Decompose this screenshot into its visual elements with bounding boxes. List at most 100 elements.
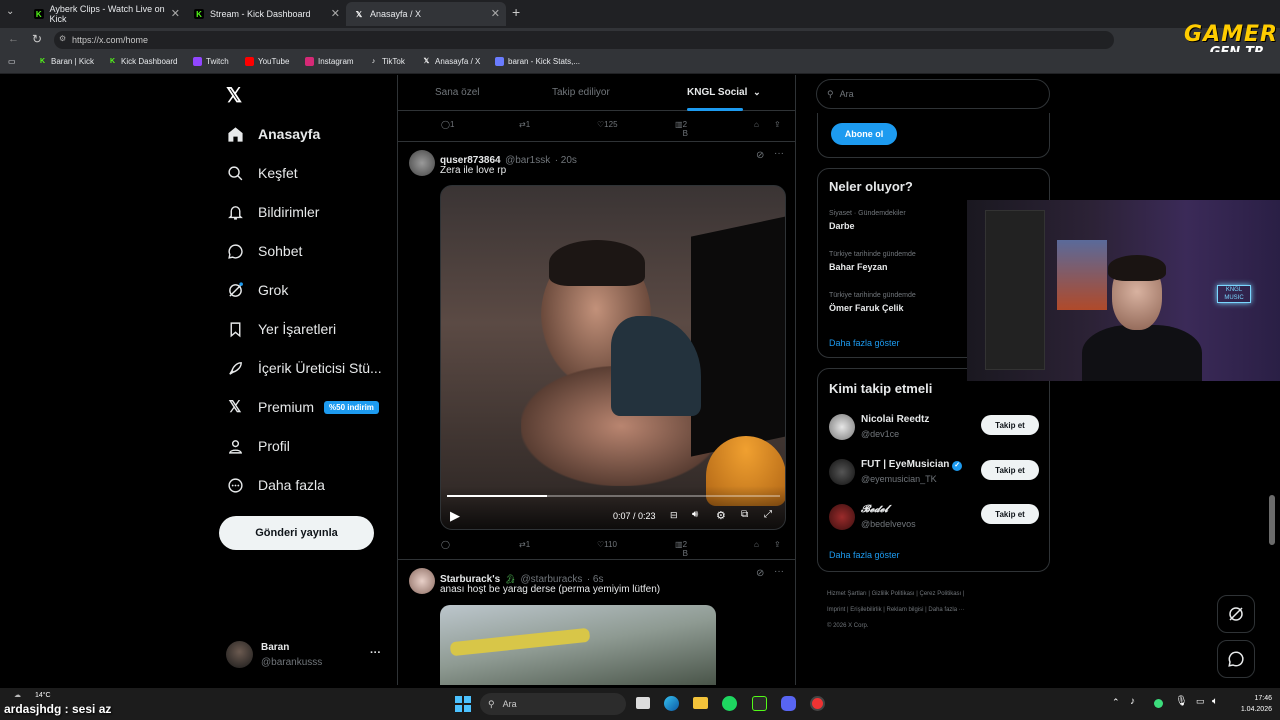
spotify-icon[interactable] — [722, 696, 737, 711]
sidebar-item-grok[interactable]: Grok — [226, 281, 288, 299]
scrollbar-thumb[interactable] — [1269, 495, 1275, 545]
reply-button[interactable]: ◯ 1 — [441, 120, 454, 129]
tab-ayberk-clips[interactable]: K Ayberk Clips - Watch Live on Kick ✕ — [26, 2, 186, 26]
account-switcher[interactable]: Baran @barankusss ··· — [226, 639, 386, 669]
trend-item[interactable]: Siyaset · Gündemdekiler Darbe — [829, 210, 906, 231]
share-icon[interactable]: ⇪ — [774, 540, 781, 549]
sidebar-item-sohbet[interactable]: Sohbet — [226, 242, 302, 260]
more-icon[interactable]: ··· — [774, 148, 784, 159]
footer-link[interactable]: Imprint — [827, 607, 845, 613]
footer-link[interactable]: Hizmet Şartları — [827, 591, 867, 597]
trend-item[interactable]: Türkiye tarihinde gündemde Ömer Faruk Çe… — [829, 292, 916, 313]
views-button[interactable]: ▥ 2 B — [675, 120, 688, 138]
suggestion-row[interactable]: FUT | EyeMusician ✓ @eyemusician_TK — [829, 457, 969, 487]
footer-link[interactable]: Çerez Politikası — [920, 591, 962, 597]
trend-item[interactable]: Türkiye tarihinde gündemde Bahar Feyzan — [829, 251, 916, 272]
tray-chevron-icon[interactable]: ⌃ — [1112, 697, 1120, 708]
captions-icon[interactable]: ⊟ — [670, 510, 678, 521]
bookmarks-icon[interactable]: ▭ — [8, 57, 16, 66]
reload-icon[interactable]: ↻ — [32, 32, 42, 46]
tab-anasayfa-x[interactable]: 𝕏 Anasayfa / X ✕ — [346, 2, 506, 26]
clock[interactable]: 17:46 1.04.2026 — [1230, 693, 1272, 715]
repost-button[interactable]: ⇄ 1 — [519, 120, 530, 129]
bookmark-icon[interactable]: ⌂ — [754, 120, 759, 129]
sidebar-item-bildirimler[interactable]: Bildirimler — [226, 203, 319, 221]
sidebar-item-yer-isaretleri[interactable]: Yer İşaretleri — [226, 320, 336, 338]
subscribe-button[interactable]: Abone ol — [831, 123, 897, 145]
volume-icon[interactable]: ♪ — [1130, 696, 1135, 707]
close-icon[interactable]: ✕ — [171, 7, 180, 20]
sidebar-item-anasayfa[interactable]: Anasayfa — [226, 125, 320, 143]
tweet-video[interactable]: ▶ 0:07 / 0:23 ⊟ 🔊︎ ⚙ ⧉ ⤢ — [440, 185, 786, 530]
footer-link[interactable]: Erişilebilirlik — [850, 607, 881, 613]
scrollbar[interactable] — [1268, 75, 1276, 685]
like-button[interactable]: ♡ 110 — [597, 540, 617, 549]
tab-sana-ozel[interactable]: Sana özel — [435, 87, 479, 98]
video-progress-track[interactable] — [447, 495, 780, 497]
x-logo-icon[interactable]: 𝕏 — [226, 83, 242, 108]
status-dot-icon[interactable] — [1154, 699, 1163, 708]
tweet-card[interactable]: quser873864 @bar1ssk · 20s ⊘ ··· Zera il… — [398, 142, 795, 560]
speaker-icon[interactable]: 🔈︎ — [1212, 696, 1218, 707]
microphone-icon[interactable]: 🎙︎ — [1175, 696, 1188, 707]
network-icon[interactable]: ▭ — [1196, 696, 1205, 707]
close-icon[interactable]: ✕ — [491, 7, 500, 20]
fullscreen-icon[interactable]: ⤢ — [764, 509, 772, 520]
settings-icon[interactable]: ⚙ — [716, 509, 726, 522]
follow-button[interactable]: Takip et — [981, 415, 1039, 435]
sidebar-item-icerik-ureticisi[interactable]: İçerik Üreticisi Stü... — [226, 359, 382, 377]
close-icon[interactable]: ✕ — [331, 7, 340, 20]
show-more-trends[interactable]: Daha fazla göster — [829, 338, 900, 348]
show-more-follow[interactable]: Daha fazla göster — [829, 550, 900, 560]
suggestion-row[interactable]: Nicolai Reedtz @dev1ce — [829, 412, 969, 442]
address-bar[interactable]: ⚙ https://x.com/home — [54, 31, 1114, 49]
weather-widget[interactable]: ☁ 14°C — [14, 691, 51, 699]
post-button[interactable]: Gönderi yayınla — [219, 516, 374, 550]
file-explorer-icon[interactable] — [693, 697, 708, 709]
tweet-author-handle[interactable]: @bar1ssk — [505, 155, 550, 166]
grok-icon[interactable]: ⊘ — [756, 150, 764, 161]
bookmark-instagram[interactable]: Instagram — [305, 57, 354, 66]
search-bar[interactable]: ⚲ Ara — [816, 79, 1050, 109]
bookmark-icon[interactable]: ⌂ — [754, 540, 759, 549]
footer-link[interactable]: Gizlilik Politikası — [872, 591, 915, 597]
bookmark-kick-stats[interactable]: baran - Kick Stats,... — [495, 57, 580, 66]
footer-link[interactable]: Reklam bilgisi — [887, 607, 924, 613]
bookmark-anasayfa-x[interactable]: 𝕏 Anasayfa / X — [422, 57, 481, 66]
tab-kick-dashboard[interactable]: K Stream - Kick Dashboard ✕ — [186, 2, 346, 26]
share-icon[interactable]: ⇪ — [774, 120, 781, 129]
bookmark-tiktok[interactable]: ♪ TikTok — [369, 57, 405, 66]
task-view-icon[interactable] — [636, 697, 650, 709]
volume-icon[interactable]: 🔊︎ — [692, 509, 698, 520]
messages-floating-button[interactable] — [1217, 640, 1255, 678]
more-icon[interactable]: ··· — [774, 566, 784, 577]
grok-floating-button[interactable] — [1217, 595, 1255, 633]
tab-kngl-social[interactable]: KNGL Social ⌄ — [687, 87, 761, 98]
tweet-card[interactable]: Starburack's 🐊︎ @starburacks · 6s ⊘ ··· … — [398, 560, 795, 685]
pip-icon[interactable]: ⧉ — [741, 509, 748, 520]
footer-link[interactable]: Daha fazla ··· — [928, 607, 964, 613]
tweet-image[interactable] — [440, 605, 716, 685]
suggestion-row[interactable]: 𝓑𝓮𝓭𝓮𝓵 @bedelvevos — [829, 502, 969, 532]
sidebar-item-profil[interactable]: Profil — [226, 437, 290, 455]
site-info-icon[interactable]: ⚙ — [59, 34, 66, 43]
bookmark-twitch[interactable]: Twitch — [193, 57, 229, 66]
follow-button[interactable]: Takip et — [981, 504, 1039, 524]
tab-list-icon[interactable]: ⌄ — [6, 6, 14, 17]
more-icon[interactable]: ··· — [370, 647, 381, 659]
bookmark-kick-dashboard[interactable]: K Kick Dashboard — [108, 57, 178, 66]
sidebar-item-kesfet[interactable]: Keşfet — [226, 164, 298, 182]
tab-takip-ediliyor[interactable]: Takip ediliyor — [552, 87, 610, 98]
back-icon[interactable]: ← — [8, 33, 19, 45]
follow-button[interactable]: Takip et — [981, 460, 1039, 480]
browser-taskbar-icon[interactable] — [810, 696, 825, 711]
views-button[interactable]: ▥ 2 B — [675, 540, 688, 558]
sidebar-item-premium[interactable]: 𝕏 Premium %50 indirim — [226, 398, 379, 416]
sidebar-item-daha-fazla[interactable]: Daha fazla — [226, 476, 325, 494]
discord-icon[interactable] — [781, 696, 796, 711]
grok-icon[interactable]: ⊘ — [756, 568, 764, 579]
edge-icon[interactable] — [664, 696, 679, 711]
taskbar-search[interactable]: ⚲ Ara — [480, 693, 626, 715]
new-tab-button[interactable]: + — [512, 4, 520, 20]
bookmark-youtube[interactable]: YouTube — [245, 57, 289, 66]
